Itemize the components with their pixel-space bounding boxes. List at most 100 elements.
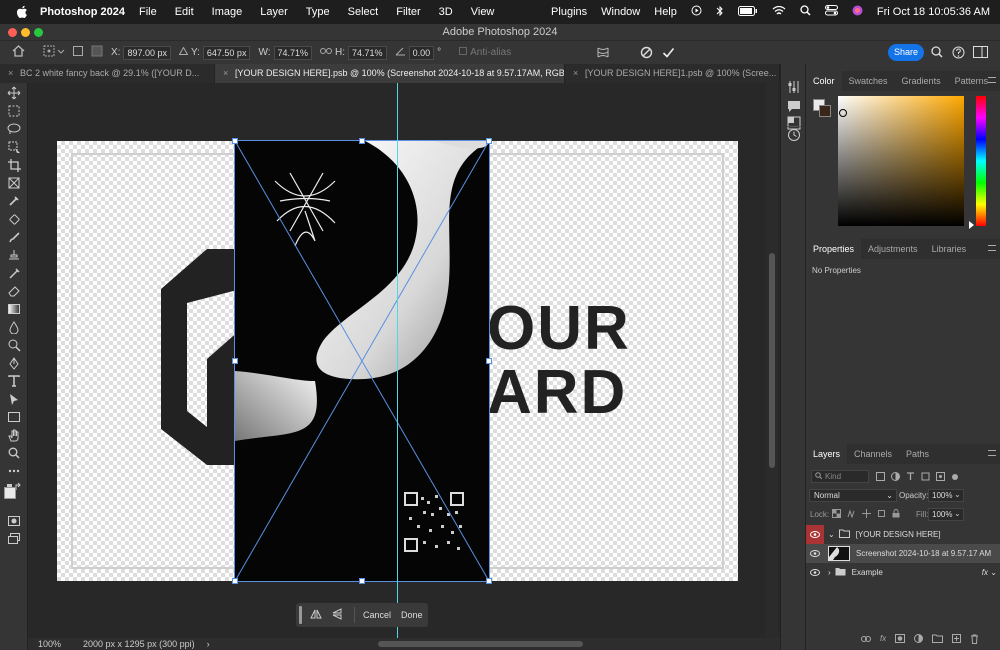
panel-menu-icon[interactable] xyxy=(988,77,996,83)
use-reference-point-checkbox[interactable] xyxy=(73,46,83,59)
layer-name[interactable]: Example xyxy=(852,568,883,577)
rotate-angle-field[interactable]: 0.00 xyxy=(408,45,435,60)
transform-handle-top[interactable] xyxy=(359,138,365,144)
drag-handle[interactable] xyxy=(299,606,302,624)
expand-chevron-icon[interactable]: ⌄ xyxy=(828,530,835,539)
layer-name[interactable]: Screenshot 2024-10-18 at 9.57.17 AM xyxy=(856,549,991,558)
dodge-tool-icon[interactable] xyxy=(5,337,23,353)
foreground-color-swatch[interactable] xyxy=(4,487,16,499)
app-menu[interactable]: Photoshop 2024 xyxy=(40,6,125,18)
quick-mask-icon[interactable] xyxy=(5,513,23,529)
close-window-button[interactable] xyxy=(8,28,17,37)
reference-point-icon[interactable] xyxy=(43,45,65,60)
move-tool-icon[interactable] xyxy=(5,85,23,101)
filter-toggle-icon[interactable] xyxy=(951,472,959,484)
frame-tool-icon[interactable] xyxy=(5,175,23,191)
menu-layer[interactable]: Layer xyxy=(260,6,288,18)
tab-bc2-white-fancy-back[interactable]: × BC 2 white fancy back @ 29.1% ([YOUR D.… xyxy=(0,64,215,83)
layer-row-screenshot[interactable]: Screenshot 2024-10-18 at 9.57.17 AM xyxy=(806,544,1000,563)
filter-type-icon[interactable] xyxy=(906,472,915,484)
cancel-transform-icon[interactable] xyxy=(640,46,653,62)
flip-horizontal-icon[interactable] xyxy=(310,609,322,621)
visibility-eye-icon[interactable] xyxy=(806,525,824,544)
panel-menu-icon[interactable] xyxy=(988,245,996,251)
height-field[interactable]: 74.71% xyxy=(348,45,387,60)
blur-tool-icon[interactable] xyxy=(5,319,23,335)
design-layer-card[interactable] xyxy=(234,140,490,582)
tab-paths[interactable]: Paths xyxy=(899,444,936,464)
tab-gradients[interactable]: Gradients xyxy=(895,71,948,91)
bluetooth-icon[interactable] xyxy=(716,5,724,20)
horizontal-scrollbar-thumb[interactable] xyxy=(378,641,583,647)
x-position-field[interactable]: 897.00 px xyxy=(123,45,171,60)
lock-transparent-icon[interactable] xyxy=(832,509,841,521)
chevron-down-icon[interactable]: ⌄ xyxy=(990,568,997,577)
layer-row-example[interactable]: › Example fx ⌄ xyxy=(806,563,1000,582)
fill-chevron-icon[interactable]: ⌄ xyxy=(954,509,961,518)
add-style-icon[interactable]: fx xyxy=(880,634,886,647)
color-background-swatch[interactable] xyxy=(819,105,831,117)
menu-view[interactable]: View xyxy=(471,6,495,18)
minimize-window-button[interactable] xyxy=(21,28,30,37)
clone-stamp-tool-icon[interactable] xyxy=(5,247,23,263)
path-selection-tool-icon[interactable] xyxy=(5,391,23,407)
layer-row-group[interactable]: ⌄ [YOUR DESIGN HERE] xyxy=(806,525,1000,544)
apple-logo-icon[interactable] xyxy=(12,2,32,22)
zoom-window-button[interactable] xyxy=(34,28,43,37)
object-select-tool-icon[interactable] xyxy=(5,139,23,155)
menubar-clock[interactable]: Fri Oct 18 10:05:36 AM xyxy=(877,6,990,18)
screen-mode-icon[interactable] xyxy=(5,530,23,546)
add-mask-icon[interactable] xyxy=(895,634,906,647)
transform-handle-top-left[interactable] xyxy=(232,138,238,144)
menu-type[interactable]: Type xyxy=(306,6,330,18)
spotlight-search-icon[interactable] xyxy=(800,5,811,19)
vertical-scrollbar[interactable] xyxy=(766,83,778,638)
tab-adjustments[interactable]: Adjustments xyxy=(861,239,925,259)
delta-icon[interactable] xyxy=(178,46,189,58)
rectangle-tool-icon[interactable] xyxy=(5,409,23,425)
menu-filter[interactable]: Filter xyxy=(396,6,420,18)
reference-grid-icon[interactable] xyxy=(91,45,103,60)
done-button[interactable]: Done xyxy=(401,610,423,620)
transform-handle-right[interactable] xyxy=(486,358,492,364)
siri-icon[interactable] xyxy=(852,5,863,19)
lock-image-icon[interactable] xyxy=(847,509,856,521)
canvas-area[interactable]: OUR ARD Cancel Done xyxy=(28,83,766,638)
menu-file[interactable]: File xyxy=(139,6,157,18)
filter-shape-icon[interactable] xyxy=(921,472,930,484)
more-tools-icon[interactable] xyxy=(5,463,23,479)
lock-position-icon[interactable] xyxy=(862,509,871,521)
help-icon[interactable] xyxy=(952,46,965,62)
zoom-tool-icon[interactable] xyxy=(5,445,23,461)
hand-tool-icon[interactable] xyxy=(5,427,23,443)
history-brush-tool-icon[interactable] xyxy=(5,265,23,281)
battery-icon[interactable] xyxy=(737,5,758,19)
tab-your-design-here[interactable]: × [YOUR DESIGN HERE].psb @ 100% (Screensh… xyxy=(215,64,565,83)
filter-pixel-icon[interactable] xyxy=(876,472,885,484)
width-field[interactable]: 74.71% xyxy=(273,45,313,60)
workspace-icon[interactable] xyxy=(973,46,988,61)
tab-your-design-here-1[interactable]: × [YOUR DESIGN HERE]1.psb @ 100% (Scree..… xyxy=(565,64,780,83)
lock-artboard-icon[interactable] xyxy=(877,509,886,521)
visibility-eye-icon[interactable] xyxy=(806,569,824,576)
eyedropper-tool-icon[interactable] xyxy=(5,193,23,209)
anti-alias-label[interactable]: Anti-alias xyxy=(470,47,511,58)
marquee-tool-icon[interactable] xyxy=(5,103,23,119)
gradient-tool-icon[interactable] xyxy=(5,301,23,317)
menu-window[interactable]: Window xyxy=(601,6,640,18)
interpolation-icon[interactable] xyxy=(459,47,468,58)
pen-tool-icon[interactable] xyxy=(5,355,23,371)
adjust-panel-icon[interactable] xyxy=(787,80,801,97)
tab-swatches[interactable]: Swatches xyxy=(842,71,895,91)
type-tool-icon[interactable] xyxy=(5,373,23,389)
chevron-right-icon[interactable]: › xyxy=(207,639,210,649)
visibility-eye-icon[interactable] xyxy=(806,550,824,557)
play-icon[interactable] xyxy=(691,5,702,19)
flip-vertical-icon[interactable] xyxy=(332,608,342,622)
tab-libraries[interactable]: Libraries xyxy=(925,239,974,259)
new-group-icon[interactable] xyxy=(932,634,944,647)
link-icon[interactable] xyxy=(320,47,333,58)
document-info[interactable]: 2000 px x 1295 px (300 ppi) xyxy=(83,639,195,649)
link-layers-icon[interactable] xyxy=(861,634,871,647)
layer-effects-icon[interactable]: fx xyxy=(982,568,988,577)
